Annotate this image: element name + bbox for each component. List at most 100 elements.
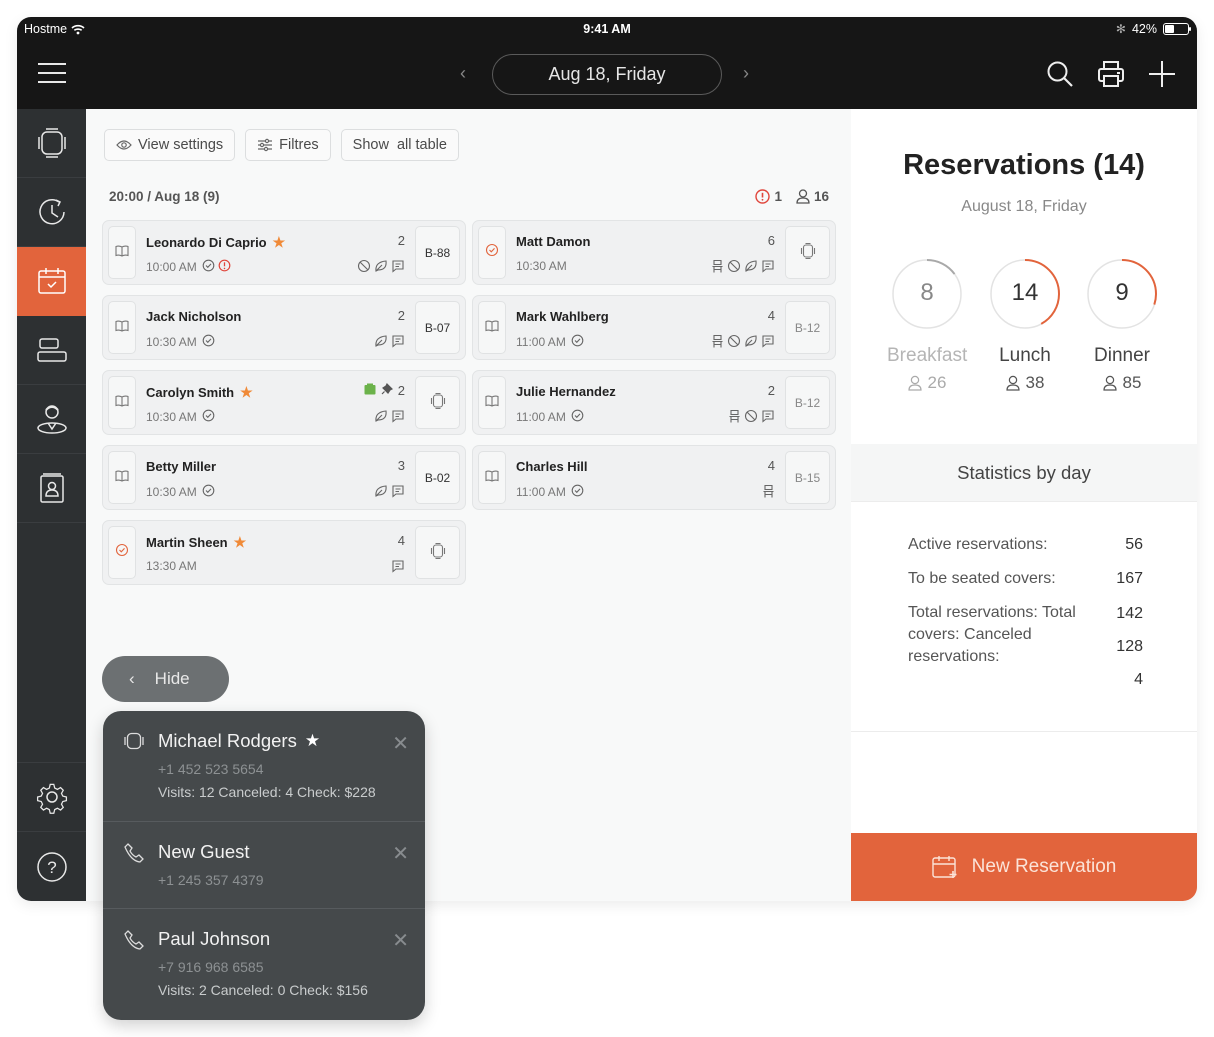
confirmed-icon xyxy=(571,409,584,425)
covers-row: 2 xyxy=(398,308,405,323)
sidebar-item-staff[interactable] xyxy=(17,385,86,454)
stat-values: 142 128 4 xyxy=(1116,597,1143,696)
table-number: B-12 xyxy=(794,395,821,410)
sidebar-item-help[interactable]: ? xyxy=(17,832,86,901)
book-icon xyxy=(115,469,129,487)
person-icon xyxy=(796,189,810,204)
reservation-card[interactable]: Charles Hill 11:00 AM 4 B-15 xyxy=(472,445,836,510)
reservation-card[interactable]: Martin Sheen ★ 13:30 AM 4 xyxy=(102,520,466,585)
reservation-card[interactable]: Betty Miller 10:30 AM 3 B-02 xyxy=(102,445,466,510)
reservation-book-button[interactable] xyxy=(478,301,506,354)
search-button[interactable] xyxy=(1045,59,1075,89)
sidebar-item-tables[interactable] xyxy=(17,109,86,178)
table-assign-button[interactable]: B-12 xyxy=(785,301,830,354)
tag-icons xyxy=(711,334,775,353)
reservation-book-button[interactable] xyxy=(108,451,136,504)
call-item[interactable]: New Guest +1 245 357 4379 ✕ xyxy=(103,822,425,909)
seat-status-button[interactable] xyxy=(478,226,506,279)
reservation-card[interactable]: Julie Hernandez 11:00 AM 2 B-12 xyxy=(472,370,836,435)
table-assign-button[interactable] xyxy=(415,526,460,579)
meal-lunch[interactable]: 14 Lunch 38 xyxy=(985,259,1065,393)
seat-status-button[interactable] xyxy=(108,526,136,579)
caller-visits: Visits: 2 Canceled: 0 Check: $156 xyxy=(158,982,368,998)
reservation-book-button[interactable] xyxy=(108,376,136,429)
stat-label: Total reservations: Total covers: Cancel… xyxy=(908,604,1076,665)
sidebar-item-layout[interactable] xyxy=(17,316,86,385)
table-assign-button[interactable]: B-02 xyxy=(415,451,460,504)
reservation-time: 10:00 AM xyxy=(146,260,197,274)
meal-dinner[interactable]: 9 Dinner 85 xyxy=(1082,259,1162,393)
menu-button[interactable] xyxy=(38,63,66,85)
table-assign-button[interactable] xyxy=(785,226,830,279)
table-assign-button[interactable]: B-88 xyxy=(415,226,460,279)
hide-calls-button[interactable]: ‹ Hide xyxy=(102,656,229,702)
confirmed-icon xyxy=(202,484,215,500)
caller-name-row: Paul Johnson xyxy=(158,928,270,950)
stat-to-be-seated: To be seated covers: 167 xyxy=(908,568,1143,590)
table-assign-button[interactable]: B-12 xyxy=(785,376,830,429)
call-item[interactable]: Paul Johnson +7 916 968 6585 Visits: 2 C… xyxy=(103,909,425,1020)
guest-name-row: Matt Damon xyxy=(516,234,590,249)
new-reservation-button[interactable]: New Reservation xyxy=(851,833,1197,901)
table-assign-button[interactable]: B-15 xyxy=(785,451,830,504)
show-all-tables-button[interactable]: Show all table xyxy=(340,129,459,161)
reservation-book-button[interactable] xyxy=(478,376,506,429)
reservation-book-button[interactable] xyxy=(108,226,136,279)
dismiss-call-button[interactable]: ✕ xyxy=(392,928,409,953)
sidebar-item-settings[interactable] xyxy=(17,763,86,832)
guest-name-row: Charles Hill xyxy=(516,459,588,474)
caller-name: New Guest xyxy=(158,841,250,862)
sidebar-item-guestbook[interactable] xyxy=(17,454,86,523)
caller-phone: +7 916 968 6585 xyxy=(158,959,264,975)
alert-icon xyxy=(218,259,231,275)
guest-name: Betty Miller xyxy=(146,459,217,474)
note-icon xyxy=(761,334,775,353)
no-entry-icon xyxy=(357,259,371,278)
sidebar-item-reservations[interactable] xyxy=(17,247,86,316)
dismiss-call-button[interactable]: ✕ xyxy=(392,841,409,866)
leaf-icon xyxy=(374,334,388,353)
table-assign-button[interactable]: B-07 xyxy=(415,301,460,354)
pin-icon xyxy=(381,382,393,398)
leaf-icon xyxy=(744,259,758,278)
meal-breakfast[interactable]: 8 Breakfast 26 xyxy=(887,259,967,393)
guest-name-row: Martin Sheen ★ xyxy=(146,534,246,551)
add-button[interactable] xyxy=(1147,59,1177,89)
confirmed-icon xyxy=(202,409,215,425)
reservation-time-row: 10:30 AM xyxy=(146,484,215,500)
reservation-book-button[interactable] xyxy=(478,451,506,504)
print-button[interactable] xyxy=(1096,59,1126,89)
prev-day-button[interactable]: ‹ xyxy=(460,63,466,84)
battery-icon xyxy=(1163,23,1191,35)
view-settings-label: View settings xyxy=(138,137,224,153)
reservation-book-button[interactable] xyxy=(108,301,136,354)
filters-button[interactable]: Filtres xyxy=(245,129,331,161)
tag-icons xyxy=(762,484,775,503)
leaf-icon xyxy=(374,259,388,278)
dismiss-call-button[interactable]: ✕ xyxy=(392,731,409,756)
reservation-card[interactable]: Jack Nicholson 10:30 AM 2 B-07 xyxy=(102,295,466,360)
guest-name-row: Carolyn Smith ★ xyxy=(146,384,253,401)
caller-name: Michael Rodgers xyxy=(158,730,297,751)
reservation-card[interactable]: Carolyn Smith ★ 10:30 AM 2 xyxy=(102,370,466,435)
next-day-button[interactable]: › xyxy=(743,63,749,84)
plus-icon xyxy=(1149,61,1175,87)
guest-icon xyxy=(1005,375,1020,391)
view-settings-button[interactable]: View settings xyxy=(104,129,236,161)
reservation-card[interactable]: Matt Damon 10:30 AM 6 xyxy=(472,220,836,285)
caller-name-row: Michael Rodgers ★ xyxy=(158,730,320,752)
reservation-time-row: 10:30 AM xyxy=(146,409,215,425)
reservation-time: 13:30 AM xyxy=(146,559,197,573)
reservation-card[interactable]: Mark Wahlberg 11:00 AM 4 B-12 xyxy=(472,295,836,360)
table-icon xyxy=(430,392,446,413)
call-item[interactable]: Michael Rodgers ★ +1 452 523 5654 Visits… xyxy=(103,711,425,822)
reservation-time: 10:30 AM xyxy=(146,485,197,499)
reservation-card[interactable]: Leonardo Di Caprio ★ 10:00 AM 2 B-88 xyxy=(102,220,466,285)
sidebar-item-history[interactable] xyxy=(17,178,86,247)
date-picker[interactable]: Aug 18, Friday xyxy=(492,54,722,95)
covers-row: 4 xyxy=(398,533,405,548)
book-icon xyxy=(115,244,129,262)
table-assign-button[interactable] xyxy=(415,376,460,429)
chevron-left-icon: ‹ xyxy=(129,669,135,688)
tag-icons xyxy=(728,409,775,428)
